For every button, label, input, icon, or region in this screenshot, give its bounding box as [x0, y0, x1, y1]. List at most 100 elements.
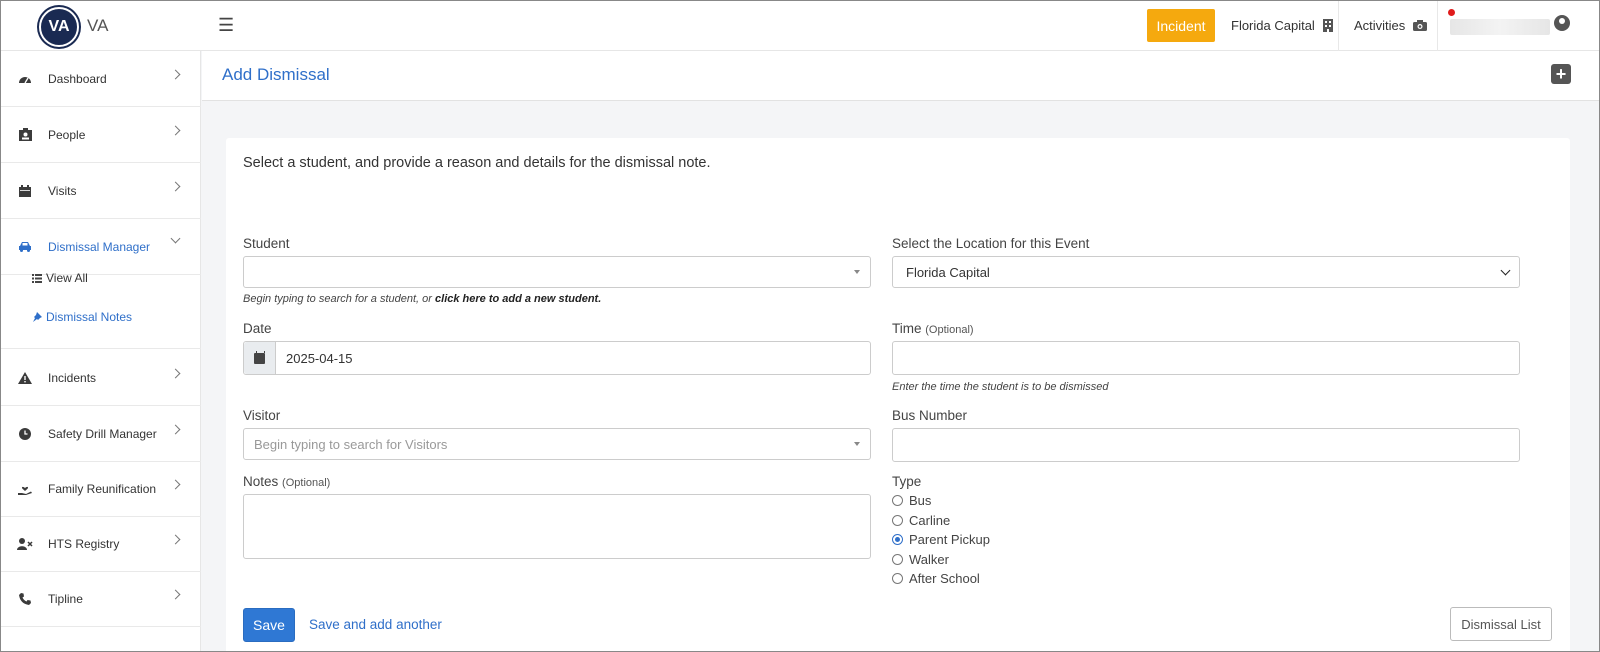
location-select-label: Select the Location for this Event — [892, 236, 1090, 251]
radio-button[interactable] — [892, 495, 903, 506]
sidebar-item-family-reunification[interactable]: Family Reunification — [1, 461, 201, 517]
save-button[interactable]: Save — [243, 608, 295, 642]
sidebar-item-incidents[interactable]: Incidents — [1, 350, 201, 406]
sidebar-item-hts-registry[interactable]: HTS Registry — [1, 516, 201, 572]
sidebar-item-label: Dashboard — [48, 71, 107, 86]
hand-holding-heart-icon — [16, 482, 34, 496]
sidebar-item-label: Incidents — [48, 370, 97, 385]
time-help-text: Enter the time the student is to be dism… — [892, 381, 1109, 393]
type-option-carline[interactable]: Carline — [892, 513, 950, 528]
time-label: Time (Optional) — [892, 321, 974, 336]
optional-tag: (Optional) — [282, 477, 331, 489]
add-plus-icon[interactable]: + — [1551, 64, 1571, 84]
caret-down-icon — [854, 270, 860, 274]
bus-number-input[interactable] — [892, 428, 1520, 462]
location-select[interactable]: Florida Capital — [892, 256, 1520, 288]
type-option-bus[interactable]: Bus — [892, 493, 931, 508]
submenu-item-view-all[interactable]: View All — [32, 271, 88, 285]
sidebar-item-dashboard[interactable]: Dashboard — [1, 51, 201, 107]
dismissal-form-card: Select a student, and provide a reason a… — [226, 138, 1570, 651]
type-option-label: Carline — [909, 512, 951, 528]
dismissal-submenu: View All Dismissal Notes — [1, 267, 201, 349]
sidebar: Dashboard People Visits Dismissal Manage… — [1, 51, 201, 651]
phone-icon — [16, 592, 34, 606]
chevron-right-icon — [170, 181, 181, 192]
type-option-parent-pickup[interactable]: Parent Pickup — [892, 532, 990, 547]
type-radio-group: Bus Carline Parent Pickup Walker After S… — [892, 493, 1092, 593]
sidebar-item-visits[interactable]: Visits — [1, 163, 201, 219]
incident-button[interactable]: Incident — [1147, 9, 1215, 42]
location-label: Florida Capital — [1231, 18, 1315, 33]
form-intro-text: Select a student, and provide a reason a… — [243, 155, 711, 171]
type-label: Type — [892, 474, 922, 489]
activities-label: Activities — [1354, 18, 1406, 33]
sidebar-item-label: People — [48, 127, 86, 142]
time-label-text: Time — [892, 321, 922, 336]
submenu-item-dismissal-notes[interactable]: Dismissal Notes — [32, 310, 132, 324]
type-option-label: Parent Pickup — [909, 532, 990, 547]
student-help-text: Begin typing to search for a student, or… — [243, 293, 601, 305]
thumbtack-icon — [33, 312, 42, 322]
add-new-student-link[interactable]: click here to add a new student. — [435, 293, 601, 305]
radio-button-checked[interactable] — [892, 534, 903, 545]
sidebar-item-label: Dismissal Manager — [48, 239, 151, 254]
chevron-right-icon — [170, 424, 181, 435]
type-option-after-school[interactable]: After School — [892, 571, 980, 586]
sidebar-item-label: Visits — [48, 183, 77, 198]
logo-icon[interactable]: VA — [39, 7, 79, 47]
calendar-icon — [16, 184, 34, 198]
warning-triangle-icon — [16, 371, 34, 385]
save-and-add-another-link[interactable]: Save and add another — [309, 617, 442, 632]
sidebar-item-tipline[interactable]: Tipline — [1, 571, 201, 627]
top-bar: VA VA ☰ Incident Florida Capital Activit… — [1, 1, 1599, 51]
clock-icon — [16, 427, 34, 441]
notes-label-text: Notes — [243, 474, 279, 489]
radio-button[interactable] — [892, 553, 903, 565]
submenu-label: Dismissal Notes — [46, 310, 133, 324]
date-label: Date — [243, 321, 272, 336]
sidebar-item-safety-drill-manager[interactable]: Safety Drill Manager — [1, 406, 201, 462]
type-option-label: Bus — [909, 493, 932, 508]
page-title: Add Dismissal — [222, 65, 330, 84]
user-name-redacted[interactable] — [1450, 19, 1550, 35]
chevron-right-icon — [170, 589, 181, 600]
chevron-down-icon — [1500, 265, 1511, 276]
user-times-icon — [16, 537, 34, 551]
radio-button[interactable] — [892, 573, 903, 584]
hamburger-menu-icon[interactable]: ☰ — [218, 15, 234, 36]
car-icon — [16, 240, 34, 254]
student-select[interactable] — [243, 256, 871, 288]
visitor-placeholder: Begin typing to search for Visitors — [254, 437, 448, 452]
type-option-label: Walker — [909, 551, 949, 567]
date-addon[interactable] — [244, 342, 276, 374]
logo-letters: VA — [48, 18, 70, 35]
student-help-prefix: Begin typing to search for a student, or — [243, 293, 436, 305]
sidebar-item-label: Safety Drill Manager — [48, 426, 157, 441]
sidebar-item-people[interactable]: People — [1, 107, 201, 163]
chevron-right-icon — [170, 534, 181, 545]
notes-textarea[interactable] — [243, 494, 871, 559]
sidebar-item-label: Family Reunification — [48, 481, 157, 496]
dismissal-list-button[interactable]: Dismissal List — [1450, 607, 1552, 641]
user-avatar-icon[interactable] — [1554, 15, 1570, 31]
submenu-label: View All — [46, 271, 88, 285]
time-input[interactable] — [892, 341, 1520, 375]
chevron-right-icon — [170, 479, 181, 490]
brand-name: VA — [87, 16, 109, 35]
caret-down-icon — [854, 442, 860, 446]
visitor-select[interactable]: Begin typing to search for Visitors — [243, 428, 871, 460]
camera-icon — [1413, 20, 1428, 31]
location-link[interactable]: Florida Capital — [1231, 18, 1333, 33]
visitor-label: Visitor — [243, 408, 281, 423]
notes-label: Notes (Optional) — [243, 474, 330, 489]
student-label: Student — [243, 236, 290, 251]
date-value: 2025-04-15 — [286, 351, 353, 366]
activities-link[interactable]: Activities — [1354, 18, 1428, 33]
date-input[interactable]: 2025-04-15 — [243, 341, 871, 375]
calendar-icon — [254, 350, 265, 364]
list-icon — [32, 273, 42, 283]
type-option-walker[interactable]: Walker — [892, 552, 949, 567]
radio-button[interactable] — [892, 514, 903, 526]
nav-divider — [1338, 1, 1339, 51]
bus-number-label: Bus Number — [892, 408, 968, 423]
